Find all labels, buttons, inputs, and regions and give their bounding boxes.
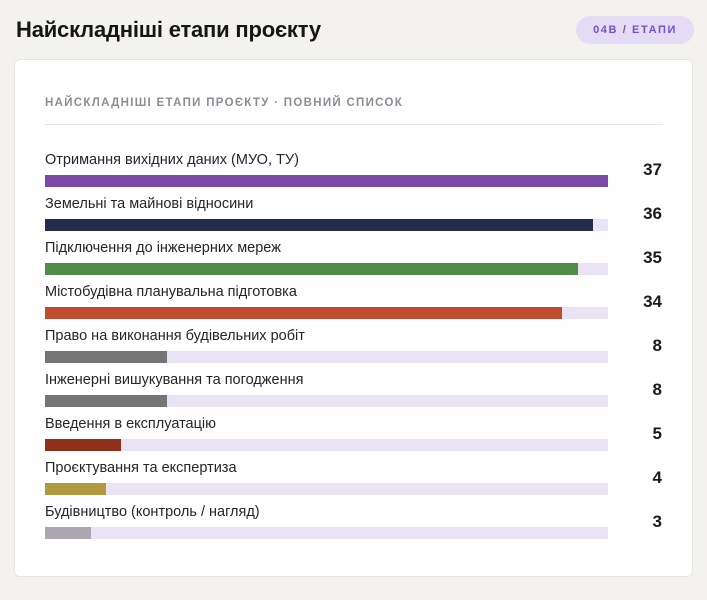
stage-value: 4 (652, 467, 662, 487)
stage-label: Містобудівна планувальна підготовка (45, 284, 297, 300)
stage-label: Інженерні вишукування та погодження (45, 372, 304, 388)
stage-value: 36 (643, 203, 662, 223)
bar-track (45, 527, 608, 539)
chart-row: Проєктування та експертиза 4 (45, 460, 662, 495)
chart-card: НАЙСКЛАДНІШІ ЕТАПИ ПРОЄКТУ · ПОВНИЙ СПИС… (14, 59, 693, 577)
bar-track (45, 219, 608, 231)
stage-value: 5 (652, 423, 662, 443)
bar-fill (45, 219, 593, 231)
stage-label: Введення в експлуатацію (45, 416, 217, 432)
chart-card-subtitle: НАЙСКЛАДНІШІ ЕТАПИ ПРОЄКТУ · ПОВНИЙ СПИС… (45, 97, 404, 109)
chart-row: Отримання вихідних даних (МУО, ТУ) 37 (45, 152, 662, 187)
bar-track (45, 395, 608, 407)
bar-track (45, 439, 608, 451)
stage-label: Отримання вихідних даних (МУО, ТУ) (45, 152, 299, 168)
stage-label: Підключення до інженерних мереж (45, 240, 281, 256)
page-title: Найскладніші етапи проєкту (16, 17, 321, 42)
bar-fill (45, 263, 578, 275)
bar-track (45, 307, 608, 319)
bar-fill (45, 395, 167, 407)
page-header: Найскладніші етапи проєкту 04B / ЕТАПИ (0, 0, 707, 59)
stage-label: Земельні та майнові відносини (45, 196, 254, 212)
bar-fill (45, 307, 563, 319)
chart-row: Підключення до інженерних мереж 35 (45, 240, 662, 275)
bar-fill (45, 175, 608, 187)
bar-track (45, 175, 608, 187)
stage-label: Право на виконання будівельних робіт (45, 328, 305, 344)
stage-value: 34 (643, 291, 662, 311)
bar-fill (45, 483, 106, 495)
bar-track (45, 263, 608, 275)
chart-row: Земельні та майнові відносини 36 (45, 196, 662, 231)
chart-row: Будівництво (контроль / нагляд) 3 (45, 504, 662, 539)
stage-value: 3 (652, 511, 662, 531)
chart-row: Право на виконання будівельних робіт 8 (45, 328, 662, 363)
bar-fill (45, 527, 91, 539)
stage-label: Будівництво (контроль / нагляд) (45, 504, 260, 520)
stage-value: 37 (643, 159, 662, 179)
bar-track (45, 351, 608, 363)
chart-row: Інженерні вишукування та погодження 8 (45, 372, 662, 407)
chart-row: Містобудівна планувальна підготовка 34 (45, 284, 662, 319)
stage-label: Проєктування та експертиза (45, 460, 237, 476)
divider (45, 124, 662, 125)
bar-fill (45, 439, 122, 451)
chart-row: Введення в експлуатацію 5 (45, 416, 662, 451)
bar-fill (45, 351, 167, 363)
stage-value: 35 (643, 247, 662, 267)
bar-track (45, 483, 608, 495)
stage-value: 8 (652, 335, 662, 355)
stage-tag-badge[interactable]: 04B / ЕТАПИ (576, 16, 694, 44)
stage-value: 8 (652, 379, 662, 399)
bar-chart: Отримання вихідних даних (МУО, ТУ) 37 Зе… (45, 152, 662, 539)
